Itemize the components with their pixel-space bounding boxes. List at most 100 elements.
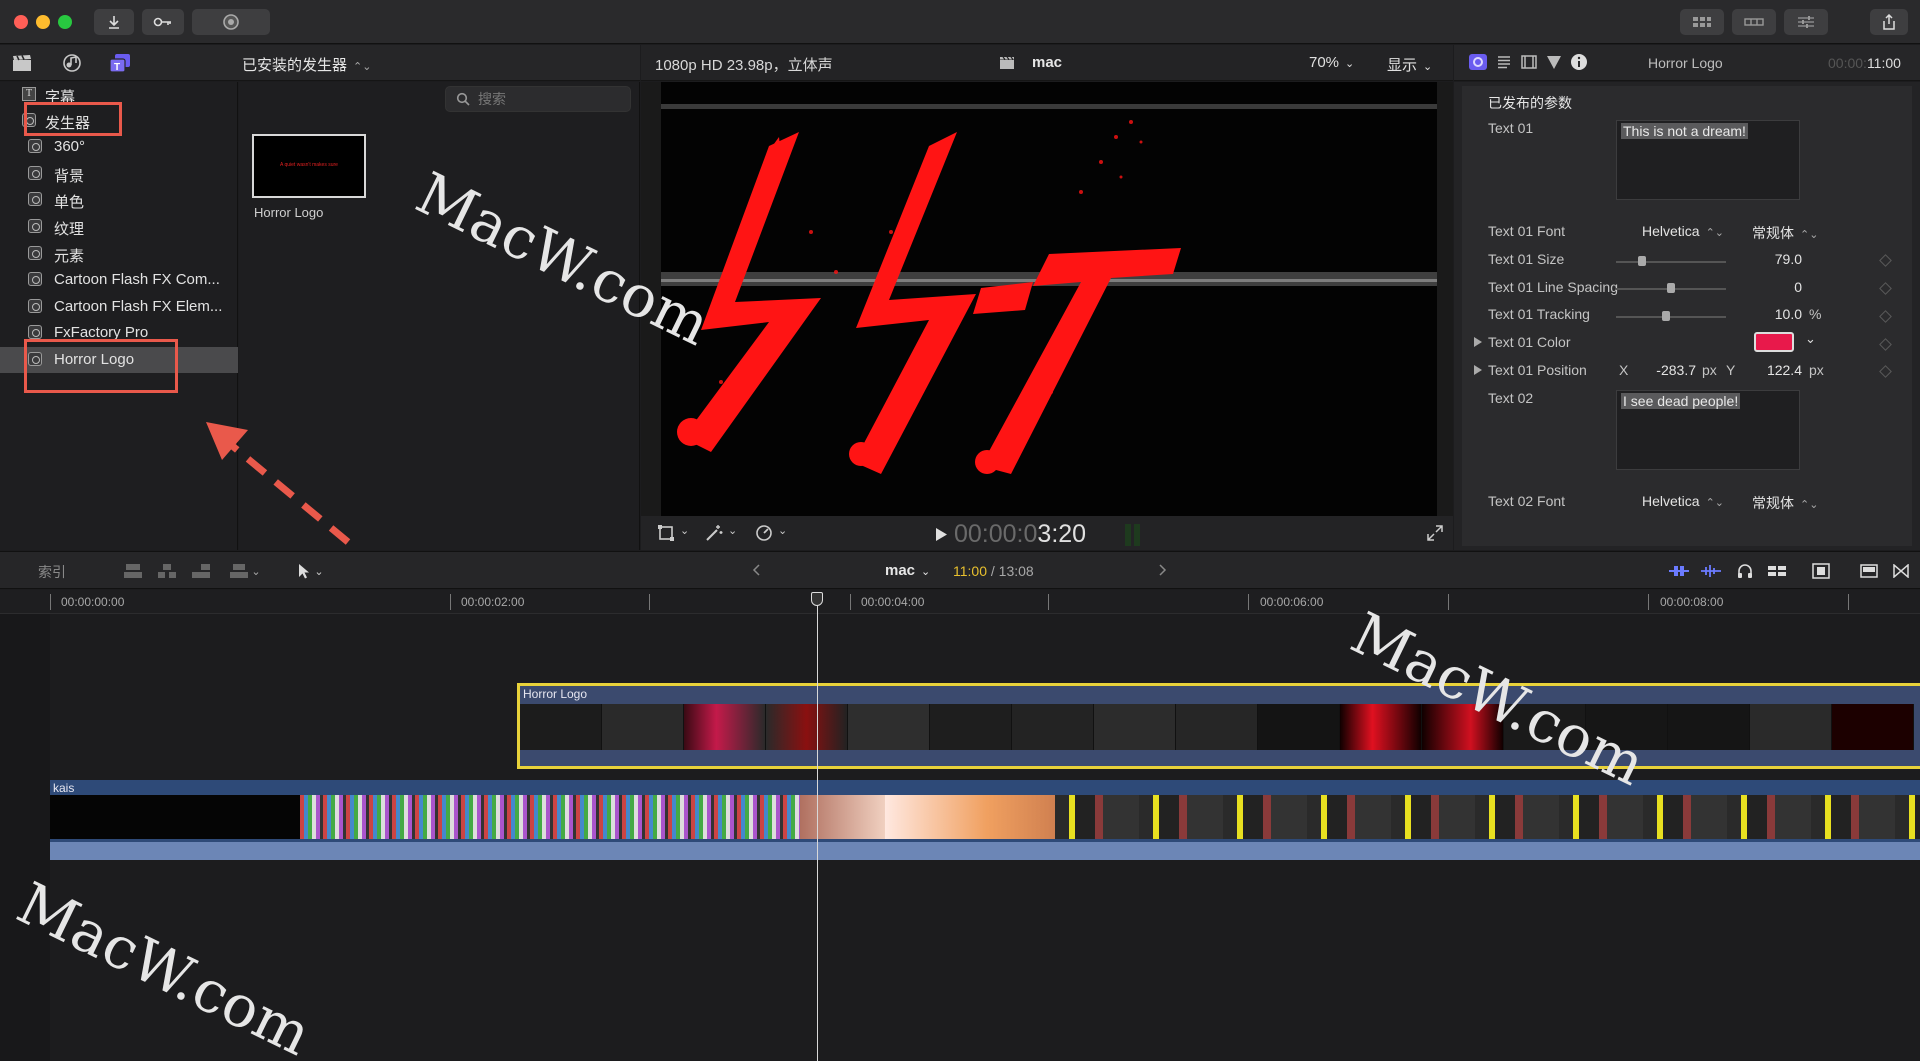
viewer-project-name: mac	[1032, 54, 1063, 71]
color-inspector-icon[interactable]	[1546, 54, 1562, 70]
generator-item[interactable]: Cartoon Flash FX Com...	[0, 267, 238, 293]
titles-generators-tab[interactable]: T	[109, 53, 131, 73]
timeline-toggle-button[interactable]	[1732, 9, 1776, 35]
line-spacing-slider[interactable]	[1616, 283, 1726, 293]
horror-logo-clip[interactable]: Horror Logo	[517, 683, 1920, 769]
ruler-label: 00:00:00:00	[61, 595, 125, 609]
share-button[interactable]	[1870, 9, 1908, 35]
generator-item[interactable]: 元素	[0, 241, 238, 267]
text-inspector-icon[interactable]	[1496, 54, 1512, 70]
overwrite-clip-button[interactable]: ⌄	[226, 561, 264, 581]
keyframe-diamond-icon[interactable]	[1879, 254, 1892, 267]
size-slider[interactable]	[1616, 256, 1726, 266]
zoom-menu[interactable]: 70% ⌄	[1309, 54, 1354, 71]
slider-knob[interactable]	[1667, 283, 1675, 293]
generator-inspector-tab[interactable]	[1469, 54, 1487, 70]
generator-item[interactable]: 纹理	[0, 214, 238, 240]
video-only-button[interactable]	[1668, 561, 1690, 581]
updown-chevron-icon: ⌃⌄	[1705, 497, 1725, 509]
zoom-window-button[interactable]	[58, 15, 72, 29]
close-window-button[interactable]	[14, 15, 28, 29]
filmstrip-icon	[1812, 563, 1830, 579]
browser-title[interactable]: 已安装的发生器 ⌃⌄	[242, 54, 371, 75]
clip-frame	[684, 704, 766, 750]
inspector-toggle-button[interactable]	[1784, 9, 1828, 35]
back-chevron-icon[interactable]	[752, 564, 760, 576]
keywords-button[interactable]	[142, 9, 184, 35]
disclosure-collapsed-icon[interactable]	[1474, 365, 1482, 375]
snapping-button[interactable]	[1810, 561, 1832, 581]
clip-title: kais	[53, 781, 75, 795]
headphones-icon	[1738, 564, 1752, 578]
y-value[interactable]: 122.4	[1752, 362, 1802, 378]
solo-button[interactable]	[1766, 561, 1788, 581]
tracking-slider[interactable]	[1616, 311, 1726, 321]
background-tasks-button[interactable]	[192, 9, 270, 35]
playhead[interactable]	[817, 592, 818, 1061]
chevron-down-icon[interactable]: ⌄	[1805, 331, 1816, 347]
generator-item[interactable]: 360°	[0, 134, 238, 160]
timeline-project-menu[interactable]: mac ⌄	[885, 562, 930, 579]
text02-field[interactable]: I see dead people!	[1616, 390, 1800, 470]
x-value[interactable]: -283.7	[1642, 362, 1696, 378]
photos-audio-tab[interactable]	[61, 53, 83, 73]
clip-appearance-button[interactable]	[1858, 561, 1880, 581]
generator-item[interactable]: 单色	[0, 187, 238, 213]
display-menu[interactable]: 显示 ⌄	[1387, 54, 1432, 75]
svg-text:T: T	[114, 62, 120, 73]
text01-field[interactable]: This is not a dream!	[1616, 120, 1800, 200]
playhead-handle[interactable]	[811, 592, 823, 606]
forward-chevron-icon[interactable]	[1159, 564, 1167, 576]
retime-menu[interactable]: ⌄	[755, 524, 791, 542]
effects-browser-button[interactable]	[1890, 561, 1912, 581]
keyframe-diamond-icon[interactable]	[1879, 365, 1892, 378]
skimming-button[interactable]	[1700, 561, 1722, 581]
keyframe-diamond-icon[interactable]	[1879, 338, 1892, 351]
spacing-value[interactable]: 0	[1752, 279, 1802, 295]
font-value: Helvetica	[1642, 223, 1700, 239]
font-style-menu[interactable]: 常规体 ⌃⌄	[1752, 223, 1818, 243]
libraries-tab[interactable]	[11, 53, 33, 73]
connect-clip-button[interactable]	[122, 561, 144, 581]
select-tool-menu[interactable]: ⌄	[292, 561, 330, 581]
color-swatch[interactable]	[1754, 332, 1794, 352]
fullscreen-icon[interactable]	[1427, 525, 1443, 541]
keyframe-diamond-icon[interactable]	[1879, 310, 1892, 323]
transform-menu[interactable]: ⌄	[657, 524, 693, 542]
font2-style-menu[interactable]: 常规体 ⌃⌄	[1752, 493, 1818, 513]
clip-appearance-icon	[1669, 566, 1689, 576]
generator-item[interactable]: 背景	[0, 161, 238, 187]
video-preview[interactable]	[661, 82, 1437, 516]
index-button[interactable]: 索引	[38, 562, 66, 582]
browser-toggle-button[interactable]	[1680, 9, 1724, 35]
generator-thumbnail[interactable]: A quiet wasn't makes sure	[252, 134, 366, 198]
keyframe-diamond-icon[interactable]	[1879, 282, 1892, 295]
info-icon[interactable]	[1570, 53, 1588, 71]
timeline-ruler[interactable]: 00:00:00:00 00:00:02:00 00:00:04:00 00:0…	[0, 590, 1920, 614]
font2-menu[interactable]: Helvetica ⌃⌄	[1642, 493, 1724, 509]
generator-icon	[28, 192, 42, 206]
speedometer-icon	[756, 525, 772, 541]
insert-clip-button[interactable]	[156, 561, 178, 581]
enhance-menu[interactable]: ⌄	[705, 524, 741, 542]
play-icon[interactable]	[936, 528, 947, 541]
import-button[interactable]	[94, 9, 134, 35]
slider-knob[interactable]	[1661, 311, 1670, 321]
timeline[interactable]: 00:00:00:00 00:00:02:00 00:00:04:00 00:0…	[0, 590, 1920, 1061]
search-field[interactable]	[445, 86, 631, 112]
audio-skimming-button[interactable]	[1734, 561, 1756, 581]
tracking-value[interactable]: 10.0	[1752, 306, 1802, 322]
browser-title-text: 已安装的发生器	[242, 57, 348, 74]
kais-clip[interactable]: kais	[50, 780, 1920, 860]
generator-item[interactable]: Cartoon Flash FX Elem...	[0, 294, 238, 320]
disclosure-collapsed-icon[interactable]	[1474, 337, 1482, 347]
search-input[interactable]	[478, 90, 618, 108]
font-menu[interactable]: Helvetica ⌃⌄	[1642, 223, 1724, 239]
append-clip-button[interactable]	[190, 561, 212, 581]
slider-knob[interactable]	[1638, 256, 1647, 266]
size-value[interactable]: 79.0	[1752, 251, 1802, 267]
generator-icon	[28, 325, 42, 339]
ruler-label: 00:00:08:00	[1660, 595, 1724, 609]
minimize-window-button[interactable]	[36, 15, 50, 29]
video-inspector-icon[interactable]	[1521, 54, 1537, 70]
